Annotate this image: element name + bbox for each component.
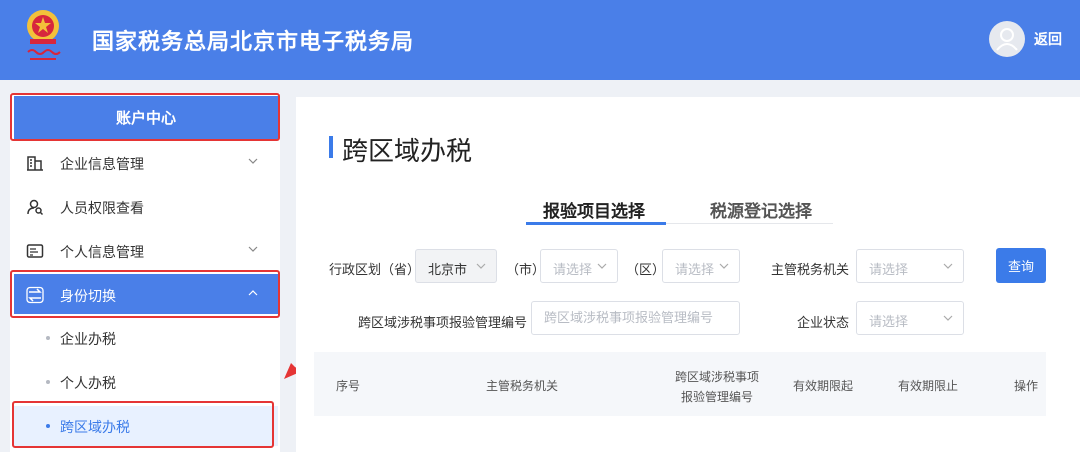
id-card-icon bbox=[26, 244, 44, 258]
sidebar-item-company-info[interactable]: 企业信息管理 bbox=[14, 142, 278, 182]
avatar[interactable] bbox=[989, 21, 1025, 57]
bullet-dot bbox=[46, 424, 50, 428]
province-label: 行政区划（省） bbox=[329, 263, 421, 278]
tab-tax-source-registration[interactable]: 税源登记选择 bbox=[710, 197, 812, 222]
sidebar-subitem-label: 企业办税 bbox=[60, 332, 116, 348]
return-link[interactable]: 返回 bbox=[1034, 29, 1062, 49]
user-icon bbox=[996, 28, 1018, 51]
district-label: （区） bbox=[626, 263, 666, 278]
th-tax-authority: 主管税务机关 bbox=[486, 379, 559, 393]
city-placeholder: 请选择 bbox=[553, 263, 593, 278]
chevron-up-icon bbox=[248, 290, 258, 296]
th-valid-to: 有效期限止 bbox=[898, 379, 959, 393]
tax-emblem-logo bbox=[27, 10, 61, 60]
sidebar-item-personal-info[interactable]: 个人信息管理 bbox=[14, 230, 278, 270]
sidebar-subitem-enterprise-tax[interactable]: 企业办税 bbox=[14, 318, 278, 358]
sidebar-item-identity-switch[interactable]: 身份切换 bbox=[14, 274, 278, 314]
tax-authority-label: 主管税务机关 bbox=[771, 263, 850, 278]
user-search-icon bbox=[27, 199, 44, 216]
chevron-down-icon bbox=[597, 263, 607, 269]
sidebar-item-label: 人员权限查看 bbox=[60, 201, 144, 217]
top-header: 国家税务总局北京市电子税务局 返回 bbox=[0, 0, 1080, 80]
tax-authority-placeholder: 请选择 bbox=[869, 263, 909, 278]
sidebar-item-label: 身份切换 bbox=[60, 289, 116, 305]
province-select[interactable]: 北京市 bbox=[415, 249, 497, 283]
bullet-dot bbox=[46, 336, 50, 340]
active-tab-indicator bbox=[526, 222, 666, 225]
sidebar-subitem-cross-region-tax[interactable]: 跨区域办税 bbox=[14, 406, 278, 446]
bullet-dot bbox=[46, 380, 50, 384]
company-status-placeholder: 请选择 bbox=[869, 315, 909, 330]
company-status-select[interactable]: 请选择 bbox=[856, 301, 964, 335]
query-button[interactable]: 查询 bbox=[996, 248, 1046, 283]
sidebar-subitem-label: 个人办税 bbox=[60, 376, 116, 392]
th-report-no-line1: 跨区域涉税事项 bbox=[675, 370, 760, 384]
th-report-no-line2: 报验管理编号 bbox=[681, 390, 754, 404]
chevron-down-icon bbox=[943, 315, 953, 321]
account-center-button[interactable]: 账户中心 bbox=[14, 96, 278, 140]
chevron-down-icon bbox=[248, 246, 258, 252]
chevron-down-icon bbox=[943, 263, 953, 269]
district-placeholder: 请选择 bbox=[675, 263, 715, 278]
sidebar-subitem-personal-tax[interactable]: 个人办税 bbox=[14, 362, 278, 402]
th-seq: 序号 bbox=[336, 379, 361, 393]
th-action: 操作 bbox=[1014, 379, 1039, 393]
province-value: 北京市 bbox=[428, 263, 468, 278]
chevron-down-icon bbox=[476, 263, 486, 269]
company-status-label: 企业状态 bbox=[797, 316, 850, 331]
sidebar-subitem-label: 跨区域办税 bbox=[60, 420, 130, 436]
chevron-down-icon bbox=[248, 158, 258, 164]
sidebar-item-label: 企业信息管理 bbox=[60, 157, 144, 173]
tab-divider bbox=[666, 223, 833, 224]
report-no-input[interactable] bbox=[531, 301, 740, 335]
chevron-down-icon bbox=[719, 263, 729, 269]
sidebar-item-label: 个人信息管理 bbox=[60, 245, 144, 261]
city-select[interactable]: 请选择 bbox=[540, 249, 618, 283]
app-title: 国家税务总局北京市电子税务局 bbox=[92, 30, 415, 55]
switch-icon bbox=[26, 286, 44, 304]
th-valid-from: 有效期限起 bbox=[793, 379, 854, 393]
tab-inspection-items[interactable]: 报验项目选择 bbox=[543, 197, 645, 222]
building-icon bbox=[27, 156, 43, 171]
district-select[interactable]: 请选择 bbox=[662, 249, 740, 283]
page-title: 跨区域办税 bbox=[342, 137, 473, 167]
tax-authority-select[interactable]: 请选择 bbox=[856, 249, 964, 283]
title-accent-bar bbox=[329, 136, 333, 158]
report-no-label: 跨区域涉税事项报验管理编号 bbox=[358, 316, 528, 331]
sidebar-item-permissions[interactable]: 人员权限查看 bbox=[14, 186, 278, 226]
